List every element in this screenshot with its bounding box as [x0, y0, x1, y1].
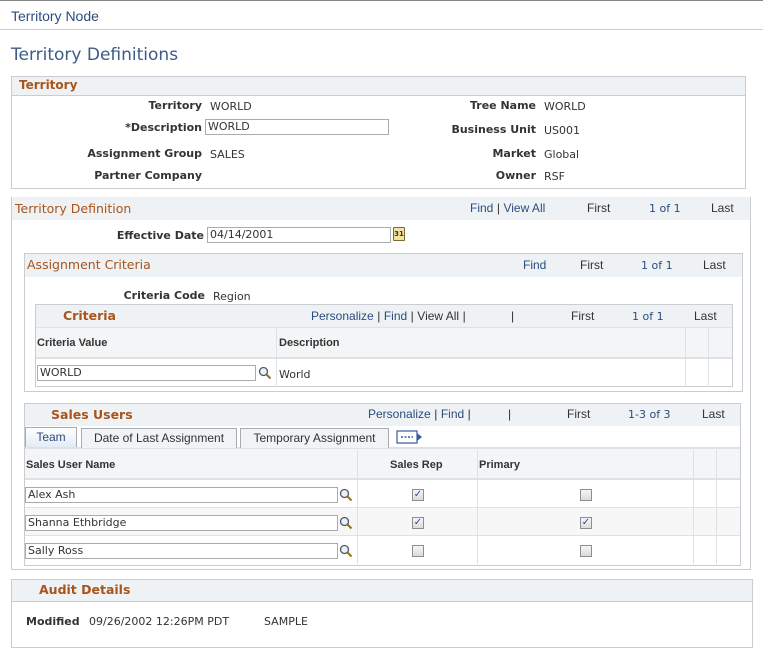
territory-title: Territory: [19, 78, 78, 92]
business-unit-label: Business Unit: [451, 123, 536, 136]
tab-temporary-assignment[interactable]: Temporary Assignment: [240, 428, 389, 448]
effective-date-label: Effective Date: [116, 229, 204, 242]
column-divider: [708, 328, 709, 387]
view-all-link[interactable]: View All: [503, 201, 545, 215]
primary-checkbox[interactable]: ✓: [580, 517, 592, 529]
criteria-grid-nav: Personalize | Find | View All |: [311, 309, 466, 323]
market-value: Global: [544, 148, 580, 161]
calendar-icon[interactable]: 31: [393, 227, 405, 241]
partner-company-label: Partner Company: [94, 169, 202, 182]
tree-name-label: Tree Name: [469, 99, 536, 112]
sales-first-link[interactable]: First: [567, 407, 590, 421]
market-label: Market: [492, 147, 536, 160]
territory-header: Territory: [12, 77, 745, 96]
assignment-group-label: Assignment Group: [87, 147, 202, 160]
criteria-description: World: [279, 368, 311, 381]
row-count: 1 of 1: [649, 202, 681, 215]
criteria-code-value: Region: [213, 290, 251, 303]
nav-separator: |: [434, 407, 438, 421]
description-label: *Description: [125, 121, 202, 134]
tab-date-of-last-assignment[interactable]: Date of Last Assignment: [81, 428, 237, 448]
top-border: [0, 0, 763, 1]
owner-label: Owner: [495, 169, 536, 182]
sales-users-title: Sales Users: [51, 407, 133, 422]
column-divider: [276, 328, 277, 387]
lookup-icon[interactable]: [339, 544, 353, 558]
criteria-grid-columns: [36, 328, 732, 359]
modified-datetime: 09/26/2002 12:26PM PDT: [89, 615, 230, 628]
tree-name-value: WORLD: [544, 100, 586, 113]
personalize-link[interactable]: Personalize: [311, 309, 374, 323]
lookup-icon[interactable]: [258, 366, 272, 380]
column-divider: [357, 450, 358, 566]
grid-row-count: 1 of 1: [632, 310, 664, 323]
primary-checkbox[interactable]: [580, 545, 592, 557]
owner-value: RSF: [544, 170, 565, 183]
page-title: Territory Definitions: [11, 45, 179, 65]
column-divider: [685, 328, 686, 387]
header-divider: [0, 29, 763, 30]
column-divider: [716, 450, 717, 566]
grid-view-all-link[interactable]: View All: [417, 309, 459, 323]
criteria-code-label: Criteria Code: [123, 289, 205, 302]
assignment-criteria-title: Assignment Criteria: [27, 257, 151, 272]
nav-separator: |: [511, 309, 515, 323]
sales-rep-checkbox[interactable]: ✓: [412, 517, 424, 529]
primary-checkbox[interactable]: [580, 489, 592, 501]
sales-rep-checkbox[interactable]: [412, 545, 424, 557]
territory-definition-title: Territory Definition: [15, 201, 132, 216]
territory-label: Territory: [148, 99, 202, 112]
grid-last-link[interactable]: Last: [694, 309, 717, 323]
criteria-value-input[interactable]: WORLD: [37, 365, 256, 381]
last-link[interactable]: Last: [711, 201, 734, 215]
criteria-last-link[interactable]: Last: [703, 258, 726, 272]
first-link[interactable]: First: [587, 201, 610, 215]
description-input[interactable]: WORLD: [205, 119, 389, 135]
show-all-columns-icon[interactable]: [396, 430, 424, 444]
column-criteria-value[interactable]: Criteria Value: [37, 337, 107, 349]
sales-last-link[interactable]: Last: [702, 407, 725, 421]
column-primary[interactable]: Primary: [479, 459, 520, 471]
criteria-grid-title: Criteria: [63, 308, 116, 323]
lookup-icon[interactable]: [339, 516, 353, 530]
find-link[interactable]: Find: [470, 201, 493, 215]
grid-first-link[interactable]: First: [571, 309, 594, 323]
sales-users-nav: Personalize | Find |: [368, 407, 471, 421]
nav-separator: |: [508, 407, 512, 421]
modified-by: SAMPLE: [264, 615, 308, 628]
grid-find-link[interactable]: Find: [384, 309, 407, 323]
business-unit-value: US001: [544, 124, 581, 137]
criteria-first-link[interactable]: First: [580, 258, 603, 272]
sales-row-count: 1-3 of 3: [628, 408, 671, 421]
column-divider: [477, 450, 478, 566]
audit-details-title: Audit Details: [39, 582, 131, 597]
sales-user-name-input[interactable]: Alex Ash: [25, 487, 338, 503]
territory-value: WORLD: [210, 100, 252, 113]
territory-definition-nav: Find | View All: [470, 201, 545, 215]
column-divider: [693, 450, 694, 566]
nav-separator: |: [467, 407, 471, 421]
effective-date-input[interactable]: 04/14/2001: [207, 227, 391, 243]
criteria-find-link[interactable]: Find: [523, 258, 546, 272]
nav-separator: |: [377, 309, 381, 323]
assignment-group-value: SALES: [210, 148, 245, 161]
nav-separator: |: [462, 309, 466, 323]
lookup-icon[interactable]: [339, 488, 353, 502]
tab-team[interactable]: Team: [25, 427, 77, 447]
nav-separator: |: [410, 309, 414, 323]
sales-users-columns: [25, 449, 740, 480]
column-sales-rep[interactable]: Sales Rep: [390, 459, 443, 471]
sales-rep-checkbox[interactable]: ✓: [412, 489, 424, 501]
column-description[interactable]: Description: [279, 337, 340, 349]
node-title: Territory Node: [11, 8, 99, 24]
sales-find-link[interactable]: Find: [441, 407, 464, 421]
sales-user-name-input[interactable]: Sally Ross: [25, 543, 338, 559]
nav-separator: |: [496, 201, 500, 215]
personalize-link[interactable]: Personalize: [368, 407, 431, 421]
criteria-row-count: 1 of 1: [641, 259, 673, 272]
sales-user-name-input[interactable]: Shanna Ethbridge: [25, 515, 338, 531]
column-sales-user-name[interactable]: Sales User Name: [26, 459, 115, 471]
modified-label: Modified: [26, 615, 80, 628]
